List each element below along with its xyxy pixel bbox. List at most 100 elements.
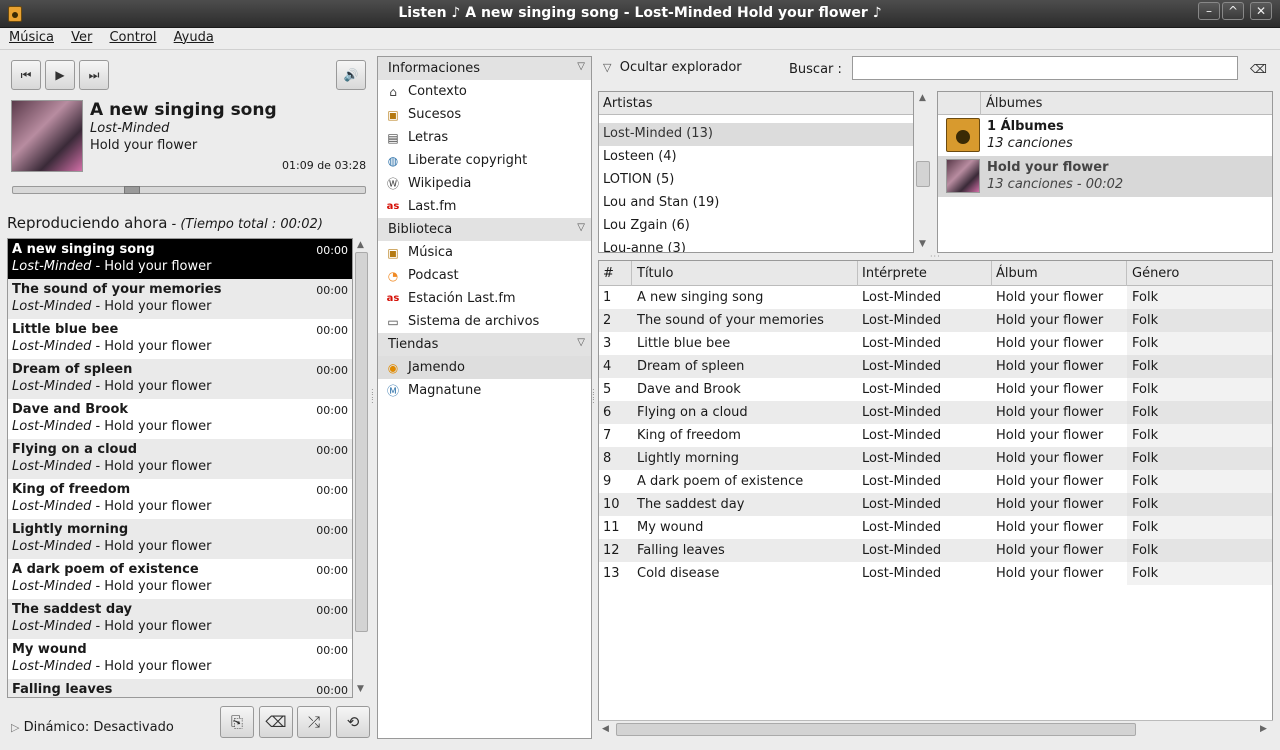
queue-item[interactable]: The sound of your memories Lost-Minded - … (8, 279, 352, 319)
collapse-triangle-icon[interactable]: ▽ (577, 61, 585, 72)
scroll-up-icon[interactable]: ▲ (919, 93, 926, 103)
repeat-button[interactable]: ⟲ (336, 706, 370, 738)
sidebar-item-estaci-n-last-fm[interactable]: as Estación Last.fm (378, 287, 591, 310)
scroll-down-icon[interactable]: ▼ (919, 239, 926, 249)
sidebar-section[interactable]: Informaciones ▽ (378, 57, 591, 80)
sidebar-item-contexto[interactable]: ⌂ Contexto (378, 80, 591, 103)
menu-ayuda[interactable]: Ayuda (161, 28, 214, 45)
queue-item[interactable]: A new singing song Lost-Minded - Hold you… (8, 239, 352, 279)
queue-item[interactable]: King of freedom Lost-Minded - Hold your f… (8, 479, 352, 519)
table-row[interactable]: 7 King of freedom Lost-Minded Hold your flo… (599, 424, 1272, 447)
clear-search-icon[interactable]: ⌫ (1250, 62, 1267, 76)
sidebar-item-label: Wikipedia (408, 176, 472, 191)
queue-item[interactable]: Falling leaves 00:00 (8, 679, 352, 697)
table-row[interactable]: 9 A dark poem of existence Lost-Minded Hold… (599, 470, 1272, 493)
sidebar-item-podcast[interactable]: ◔ Podcast (378, 264, 591, 287)
col-album[interactable]: Álbum (996, 266, 1038, 281)
close-window-button[interactable]: ✕ (1250, 2, 1272, 20)
table-row[interactable]: 6 Flying on a cloud Lost-Minded Hold your f… (599, 401, 1272, 424)
sidebar-section[interactable]: Tiendas ▽ (378, 333, 591, 356)
hide-explorer-toggle[interactable]: ▽ Ocultar explorador (603, 60, 742, 75)
col-number[interactable]: # (603, 266, 614, 281)
clear-playlist-button[interactable]: ⌫ (259, 706, 293, 738)
sidebar-section[interactable]: Biblioteca ▽ (378, 218, 591, 241)
sidebar-item-letras[interactable]: ▤ Letras (378, 126, 591, 149)
table-row[interactable]: 3 Little blue bee Lost-Minded Hold your flo… (599, 332, 1272, 355)
collapse-triangle-icon[interactable]: ▽ (577, 222, 585, 233)
sidebar-item-sucesos[interactable]: ▣ Sucesos (378, 103, 591, 126)
col-title[interactable]: Título (637, 266, 673, 281)
artist-row[interactable]: Lou Zgain (6) (599, 215, 913, 238)
sidebar-section-label: Biblioteca (388, 222, 453, 237)
play-button[interactable]: ▶ (45, 60, 75, 90)
pane-grip-icon[interactable]: ··· (930, 253, 944, 261)
tracks-hscrollbar[interactable]: ◀ ▶ (598, 720, 1273, 738)
seek-handle[interactable] (124, 186, 140, 194)
queue-item[interactable]: The saddest day Lost-Minded - Hold your f… (8, 599, 352, 639)
col-artist[interactable]: Intérprete (862, 266, 927, 281)
queue-item[interactable]: Little blue bee Lost-Minded - Hold your f… (8, 319, 352, 359)
artists-header[interactable]: Artistas (599, 92, 913, 115)
artist-row[interactable]: Lou-anne (3) (599, 238, 913, 252)
next-button[interactable]: ⏭ (79, 60, 109, 90)
queue-item-title: Dave and Brook (12, 402, 129, 417)
artist-row[interactable]: Lost-Minded (13) (599, 123, 913, 146)
queue-item[interactable]: My wound Lost-Minded - Hold your flower 00… (8, 639, 352, 679)
queue-scrollbar[interactable]: ▲ ▼ (354, 238, 369, 698)
album-row-hold-your-flower[interactable]: Hold your flower 13 canciones - 00:02 (938, 156, 1272, 197)
artist-row[interactable]: Losteen (4) (599, 146, 913, 169)
seek-bar[interactable] (12, 186, 366, 194)
menu-musica[interactable]: Música (0, 28, 54, 45)
sidebar-item-last-fm[interactable]: as Last.fm (378, 195, 591, 218)
artist-row[interactable]: LOTION (5) (599, 169, 913, 192)
queue-item[interactable]: A dark poem of existence Lost-Minded - Ho… (8, 559, 352, 599)
maximize-button[interactable]: ^ (1222, 2, 1244, 20)
track-album: Hold your flower (996, 497, 1104, 512)
volume-button[interactable]: 🔊 (336, 60, 366, 90)
sidebar-item-jamendo[interactable]: ◉ Jamendo (378, 356, 591, 379)
table-row[interactable]: 5 Dave and Brook Lost-Minded Hold your flow… (599, 378, 1272, 401)
queue-item[interactable]: Lightly morning Lost-Minded - Hold your f… (8, 519, 352, 559)
collapse-triangle-icon[interactable]: ▽ (577, 337, 585, 348)
queue-item-artist: Lost-Minded (12, 379, 92, 394)
search-input[interactable] (852, 56, 1238, 80)
table-row[interactable]: 8 Lightly morning Lost-Minded Hold your flo… (599, 447, 1272, 470)
minimize-button[interactable]: – (1198, 2, 1220, 20)
scroll-left-icon[interactable]: ◀ (602, 724, 609, 734)
queue-item[interactable]: Dream of spleen Lost-Minded - Hold your f… (8, 359, 352, 399)
previous-button[interactable]: ⏮ (11, 60, 41, 90)
table-row[interactable]: 11 My wound Lost-Minded Hold your flower Fol… (599, 516, 1272, 539)
table-row[interactable]: 4 Dream of spleen Lost-Minded Hold your flo… (599, 355, 1272, 378)
artists-scroll-thumb[interactable] (916, 161, 930, 187)
shuffle-button[interactable]: ⤮ (297, 706, 331, 738)
queue-item[interactable]: Flying on a cloud Lost-Minded - Hold your… (8, 439, 352, 479)
album-row-all[interactable]: 1 Álbumes 13 canciones (938, 115, 1272, 156)
artist-row[interactable]: Lou and Stan (19) (599, 192, 913, 215)
albums-header[interactable]: Álbumes (938, 92, 1272, 115)
sidebar-item-m-sica[interactable]: ▣ Música (378, 241, 591, 264)
tracks-scroll-thumb[interactable] (616, 723, 1136, 736)
hide-explorer-label: Ocultar explorador (619, 60, 742, 75)
dynamic-toggle[interactable]: ▷ Dinámico: Desactivado (11, 720, 174, 735)
menu-ver[interactable]: Ver (58, 28, 92, 45)
table-row[interactable]: 2 The sound of your memories Lost-Minded Ho… (599, 309, 1272, 332)
table-row[interactable]: 10 The saddest day Lost-Minded Hold your fl… (599, 493, 1272, 516)
sidebar-item-label: Sucesos (408, 107, 462, 122)
queue-item-album: - Hold your flower (91, 459, 212, 474)
table-row[interactable]: 1 A new singing song Lost-Minded Hold your … (599, 286, 1272, 309)
sidebar-item-liberate-copyright[interactable]: ◍ Liberate copyright (378, 149, 591, 172)
col-genre[interactable]: Género (1132, 266, 1179, 281)
menu-control[interactable]: Control (96, 28, 156, 45)
queue-scroll-thumb[interactable] (355, 252, 368, 632)
scroll-down-icon[interactable]: ▼ (357, 684, 364, 694)
table-row[interactable]: 13 Cold disease Lost-Minded Hold your flowe… (599, 562, 1272, 585)
table-row[interactable]: 12 Falling leaves Lost-Minded Hold your flo… (599, 539, 1272, 562)
queue-item[interactable]: Dave and Brook Lost-Minded - Hold your fl… (8, 399, 352, 439)
artists-scrollbar[interactable]: ▲ ▼ (915, 91, 931, 253)
scroll-right-icon[interactable]: ▶ (1260, 724, 1267, 734)
scroll-up-icon[interactable]: ▲ (357, 240, 364, 250)
sidebar-item-wikipedia[interactable]: Ⓦ Wikipedia (378, 172, 591, 195)
add-to-playlist-button[interactable]: ⎘ (220, 706, 254, 738)
sidebar-item-magnatune[interactable]: Ⓜ Magnatune (378, 379, 591, 402)
sidebar-item-sistema-de-archivos[interactable]: ▭ Sistema de archivos (378, 310, 591, 333)
